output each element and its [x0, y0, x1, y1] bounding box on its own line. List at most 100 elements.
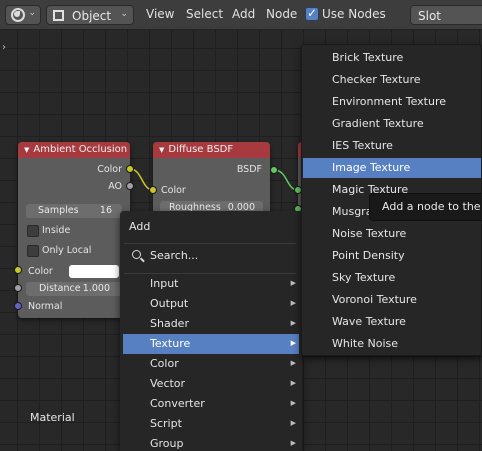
node-header[interactable]: ▼ Ambient Occlusion — [18, 142, 130, 158]
samples-label: Samples — [38, 205, 79, 216]
texture-item-point-density[interactable]: Point Density — [303, 246, 481, 266]
editor-type-selector[interactable]: ⌄ — [5, 5, 41, 25]
node-title: Diffuse BSDF — [168, 144, 234, 155]
tooltip-text: Add a node to the ac — [382, 200, 482, 213]
menu-item-label: Texture — [150, 337, 191, 350]
color-input-label: Color — [28, 266, 53, 277]
submenu-arrow-icon: ▶ — [290, 339, 296, 347]
add-search-item[interactable]: Search... — [129, 248, 299, 266]
menu-item-label: Shader — [150, 317, 189, 330]
color-input-label: Color — [161, 185, 186, 196]
menu-item-label: White Noise — [332, 337, 398, 350]
search-label: Search... — [150, 249, 199, 262]
menu-node[interactable]: Node — [266, 7, 297, 21]
diffuse-color-input-socket[interactable] — [149, 186, 157, 194]
add-menu-item-output[interactable]: Output ▶ — [123, 294, 299, 314]
samples-value: 16 — [99, 205, 112, 216]
texture-item-brick[interactable]: Brick Texture — [303, 48, 481, 68]
output-ao-label: AO — [108, 181, 122, 192]
samples-field[interactable]: Samples 16 — [26, 204, 122, 218]
menu-item-label: Converter — [150, 397, 205, 410]
menu-item-label: Gradient Texture — [332, 117, 424, 130]
mode-label: Object — [72, 9, 112, 23]
menu-item-label: Output — [150, 297, 189, 310]
search-icon — [132, 250, 141, 259]
submenu-arrow-icon: ▶ — [290, 299, 296, 307]
menu-separator — [124, 243, 296, 244]
mode-selector[interactable]: Object ⌄ — [46, 5, 134, 25]
add-menu-item-color[interactable]: Color ▶ — [123, 354, 299, 374]
texture-item-image[interactable]: Image Texture — [303, 158, 481, 178]
submenu-arrow-icon: ▶ — [290, 279, 296, 287]
texture-item-checker[interactable]: Checker Texture — [303, 70, 481, 90]
menu-item-label: Sky Texture — [332, 271, 396, 284]
material-label: Material — [30, 411, 75, 424]
add-menu-title: Add — [129, 220, 151, 233]
distance-label: Distance — [39, 283, 81, 294]
texture-item-noise[interactable]: Noise Texture — [303, 224, 481, 244]
use-nodes-label: Use Nodes — [322, 7, 386, 21]
menu-add[interactable]: Add — [232, 7, 255, 21]
ambient-occlusion-node[interactable]: ▼ Ambient Occlusion Color AO Samples 16 I… — [18, 142, 130, 318]
collapse-icon[interactable]: ▼ — [24, 146, 29, 154]
inside-checkbox[interactable] — [27, 225, 39, 237]
ao-output-socket[interactable] — [126, 182, 134, 190]
distance-field[interactable]: Distance 1.000 — [26, 282, 122, 296]
texture-item-voronoi[interactable]: Voronoi Texture — [303, 290, 481, 310]
output-color-label: Color — [97, 164, 122, 175]
slot-selector[interactable]: Slot — [410, 5, 482, 25]
texture-item-gradient[interactable]: Gradient Texture — [303, 114, 481, 134]
header-bar: ⌄ Object ⌄ View Select Add Node Use Node… — [0, 0, 482, 30]
menu-select[interactable]: Select — [186, 7, 223, 21]
menu-item-label: Image Texture — [332, 161, 411, 174]
distance-value: 1.000 — [82, 283, 110, 294]
menu-item-label: IES Texture — [332, 139, 393, 152]
only-local-checkbox[interactable] — [27, 245, 39, 257]
texture-item-sky[interactable]: Sky Texture — [303, 268, 481, 288]
menu-item-label: Voronoi Texture — [332, 293, 417, 306]
add-menu-item-vector[interactable]: Vector ▶ — [123, 374, 299, 394]
bsdf-output-socket[interactable] — [270, 166, 278, 174]
add-menu-item-group[interactable]: Group ▶ — [123, 434, 299, 451]
submenu-arrow-icon: ▶ — [290, 419, 296, 427]
ao-color-input-socket[interactable] — [14, 266, 22, 274]
node-editor-icon — [11, 8, 25, 22]
menu-item-label: Checker Texture — [332, 73, 421, 86]
use-nodes-checkbox[interactable] — [305, 6, 319, 21]
submenu-arrow-icon: ▶ — [290, 379, 296, 387]
texture-item-environment[interactable]: Environment Texture — [303, 92, 481, 112]
menu-item-label: Environment Texture — [332, 95, 447, 108]
tooltip: Add a node to the ac — [369, 193, 482, 221]
node-title: Ambient Occlusion — [33, 144, 128, 155]
menu-item-label: Input — [150, 277, 179, 290]
add-menu-item-input[interactable]: Input ▶ — [123, 274, 299, 294]
add-menu-item-converter[interactable]: Converter ▶ — [123, 394, 299, 414]
menu-item-label: Brick Texture — [332, 51, 404, 64]
add-menu-item-script[interactable]: Script ▶ — [123, 414, 299, 434]
ao-color-output-socket[interactable] — [126, 165, 134, 173]
submenu-arrow-icon: ▶ — [290, 319, 296, 327]
menu-item-label: Wave Texture — [332, 315, 406, 328]
collapse-icon[interactable]: ▼ — [159, 146, 164, 154]
menu-item-label: Color — [150, 357, 179, 370]
menu-item-label: Script — [150, 417, 182, 430]
ao-distance-input-socket[interactable] — [14, 284, 22, 292]
menu-item-label: Group — [150, 437, 184, 450]
node-header[interactable]: ▼ Diffuse BSDF — [153, 142, 270, 158]
add-menu-item-texture[interactable]: Texture ▶ — [123, 334, 299, 354]
add-menu-item-shader[interactable]: Shader ▶ — [123, 314, 299, 334]
toolbar-expand-icon[interactable]: › — [2, 42, 6, 53]
menu-item-label: Noise Texture — [332, 227, 407, 240]
submenu-arrow-icon: ▶ — [290, 439, 296, 447]
texture-item-wave[interactable]: Wave Texture — [303, 312, 481, 332]
ao-normal-input-socket[interactable] — [14, 302, 22, 310]
submenu-arrow-icon: ▶ — [290, 399, 296, 407]
inside-label: Inside — [42, 225, 71, 236]
object-mode-icon — [53, 10, 64, 21]
texture-item-white-noise[interactable]: White Noise — [303, 334, 481, 354]
color-swatch[interactable] — [69, 265, 119, 278]
diffuse-bsdf-node[interactable]: ▼ Diffuse BSDF BSDF Color Roughness 0.000 — [153, 142, 270, 222]
texture-item-ies[interactable]: IES Texture — [303, 136, 481, 156]
menu-view[interactable]: View — [146, 7, 174, 21]
normal-input-label: Normal — [28, 301, 63, 312]
